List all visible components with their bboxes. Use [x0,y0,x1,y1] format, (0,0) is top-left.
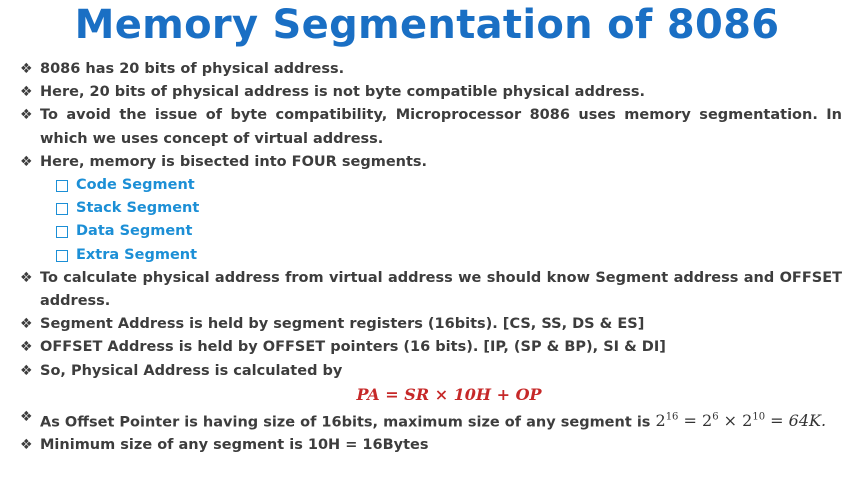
diamond-bullet-icon: ❖ [20,316,33,333]
bullet-text: To avoid the issue of byte compatibility… [40,107,842,147]
diamond-bullet-icon: ❖ [20,269,33,286]
bullet-item: ❖ As Offset Pointer is having size of 16… [20,406,842,435]
segment-item-extra: Extra Segment [20,244,842,267]
bullet-item: ❖ Here, 20 bits of physical address is n… [20,81,842,104]
segment-label: Extra Segment [76,246,198,263]
bullet-text: 8086 has 20 bits of physical address. [40,61,345,77]
checkbox-square-icon [56,180,68,193]
diamond-bullet-icon: ❖ [20,153,33,170]
checkbox-square-icon [56,203,68,216]
bullet-item: ❖ To calculate physical address from vir… [20,267,842,313]
segment-item-stack: Stack Segment [20,197,842,220]
bullet-text: Segment Address is held by segment regis… [40,316,645,333]
segment-item-data: Data Segment [20,220,842,243]
diamond-bullet-icon: ❖ [20,84,33,101]
bullet-item: ❖ To avoid the issue of byte compatibili… [20,104,842,150]
diamond-bullet-icon: ❖ [20,437,33,454]
checkbox-square-icon [56,226,68,239]
bullet-item: ❖ So, Physical Address is calculated by [20,360,842,383]
bullet-text: OFFSET Address is held by OFFSET pointer… [40,339,666,356]
bullet-item: ❖ 8086 has 20 bits of physical address. [20,58,842,81]
bullet-text: Here, memory is bisected into FOUR segme… [40,153,428,170]
slide-title: Memory Segmentation of 8086 [74,2,780,48]
diamond-bullet-icon: ❖ [20,408,33,425]
max-segment-size-math: 216 = 26 × 210 = 64K. [655,411,827,431]
bullet-item: ❖ Segment Address is held by segment reg… [20,313,842,336]
diamond-bullet-icon: ❖ [20,107,33,124]
segment-label: Data Segment [76,223,193,240]
bullet-list: ❖ 8086 has 20 bits of physical address. … [20,58,842,458]
bullet-text: So, Physical Address is calculated by [40,362,343,379]
physical-address-formula: PA = SR × 10H + OP [356,384,542,404]
diamond-bullet-icon: ❖ [20,362,33,379]
bullet-text: Here, 20 bits of physical address is not… [40,84,645,101]
bullet-item: ❖ Minimum size of any segment is 10H = 1… [20,434,842,457]
diamond-bullet-icon: ❖ [20,339,33,356]
segment-label: Stack Segment [76,200,200,217]
bullet-item: ❖ OFFSET Address is held by OFFSET point… [20,336,842,359]
checkbox-square-icon [56,249,68,262]
segment-item-code: Code Segment [20,174,842,197]
segment-label: Code Segment [76,177,195,194]
diamond-bullet-icon: ❖ [20,61,33,77]
bullet-text: As Offset Pointer is having size of 16bi… [40,414,651,431]
bullet-item: ❖ Here, memory is bisected into FOUR seg… [20,151,842,174]
bullet-text: Minimum size of any segment is 10H = 16B… [40,437,429,454]
bullet-text: To calculate physical address from virtu… [40,269,842,310]
